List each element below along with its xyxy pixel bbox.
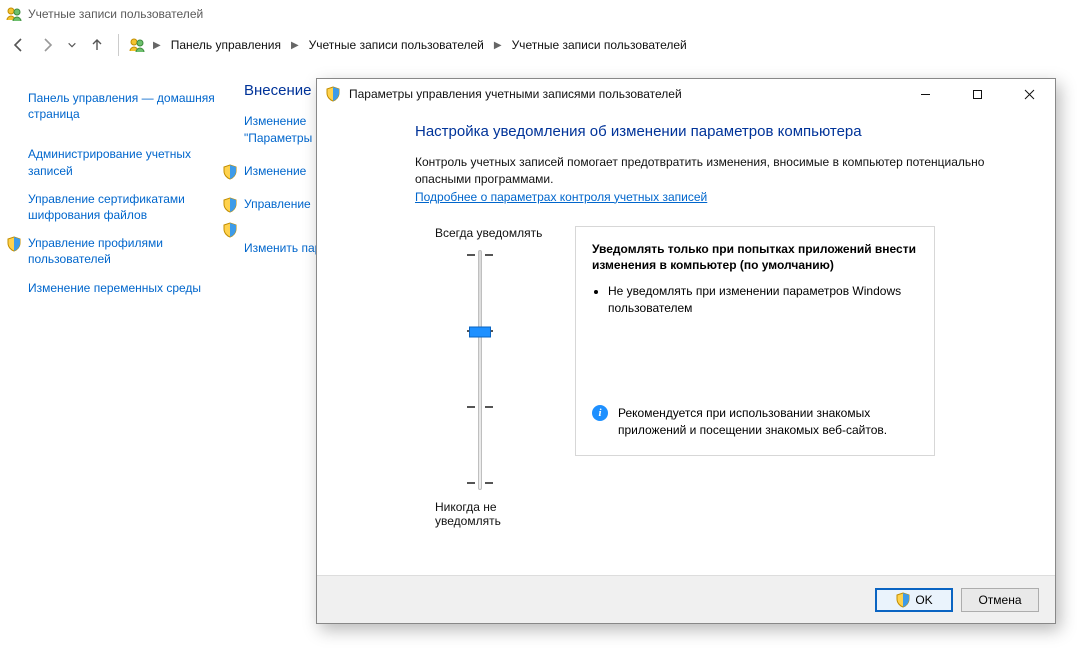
link-label: "Параметры	[244, 131, 312, 145]
slider-bottom-label: Никогда не уведомлять	[435, 500, 545, 528]
slider-thumb[interactable]	[469, 326, 491, 337]
slider-tick	[467, 254, 493, 256]
close-button[interactable]	[1007, 80, 1051, 108]
sidebar-home-link[interactable]: Панель управления — домашняя страница	[28, 90, 216, 122]
slider-top-label: Всегда уведомлять	[435, 226, 545, 240]
up-button[interactable]	[86, 34, 108, 56]
sidebar-env-link[interactable]: Изменение переменных среды	[28, 280, 216, 296]
uac-info-box: Уведомлять только при попытках приложени…	[575, 226, 935, 456]
slider-tick	[467, 482, 493, 484]
window-title: Учетные записи пользователей	[28, 7, 203, 21]
breadcrumb: ▶ Панель управления ▶ Учетные записи пол…	[151, 36, 691, 54]
dialog-titlebar: Параметры управления учетными записями п…	[317, 79, 1055, 109]
forward-button[interactable]	[36, 34, 58, 56]
dialog-footer: OK Отмена	[317, 575, 1055, 623]
ok-button[interactable]: OK	[875, 588, 953, 612]
sidebar-admin-link[interactable]: Администрирование учетных записей	[28, 146, 216, 178]
sidebar-profiles-link[interactable]: Управление профилями пользователей	[28, 235, 216, 267]
shield-icon	[222, 164, 238, 180]
info-bullets: Не уведомлять при изменении параметров W…	[592, 283, 918, 317]
sidebar-item-label: Управление профилями пользователей	[28, 236, 163, 266]
users-icon	[129, 37, 145, 53]
sidebar-certs-link[interactable]: Управление сертификатами шифрования файл…	[28, 191, 216, 223]
window-titlebar: Учетные записи пользователей	[0, 0, 1077, 28]
minimize-button[interactable]	[903, 80, 947, 108]
learn-more-link[interactable]: Подробнее о параметрах контроля учетных …	[415, 190, 707, 204]
breadcrumb-root[interactable]: Панель управления	[167, 36, 285, 54]
history-dropdown[interactable]	[64, 40, 80, 50]
shield-icon	[222, 197, 238, 213]
chevron-right-icon[interactable]: ▶	[289, 40, 301, 51]
info-title: Уведомлять только при попытках приложени…	[592, 241, 918, 273]
sidebar: Панель управления — домашняя страница Ад…	[0, 62, 220, 312]
breadcrumb-level1[interactable]: Учетные записи пользователей	[305, 36, 488, 54]
uac-slider[interactable]	[415, 250, 545, 490]
info-bullet: Не уведомлять при изменении параметров W…	[608, 283, 918, 317]
dialog-description: Контроль учетных записей помогает предот…	[415, 154, 1027, 188]
slider-tick	[467, 406, 493, 408]
info-icon: i	[592, 405, 608, 421]
shield-icon	[6, 236, 22, 252]
shield-icon	[895, 592, 911, 608]
breadcrumb-level2[interactable]: Учетные записи пользователей	[508, 36, 691, 54]
uac-dialog: Параметры управления учетными записями п…	[316, 78, 1056, 624]
ok-label: OK	[915, 593, 932, 607]
cancel-button[interactable]: Отмена	[961, 588, 1039, 612]
nav-row: ▶ Панель управления ▶ Учетные записи пол…	[0, 28, 1077, 62]
separator	[118, 34, 119, 56]
shield-icon	[325, 86, 341, 102]
dialog-heading: Настройка уведомления об изменении парам…	[415, 123, 1027, 140]
maximize-button[interactable]	[955, 80, 999, 108]
cancel-label: Отмена	[978, 593, 1021, 607]
dialog-title: Параметры управления учетными записями п…	[349, 87, 895, 101]
info-recommendation: Рекомендуется при использовании знакомых…	[618, 405, 918, 439]
link-label: Изменение	[244, 163, 306, 180]
back-button[interactable]	[8, 34, 30, 56]
link-label: Изменение	[244, 114, 306, 128]
users-icon	[6, 6, 22, 22]
chevron-right-icon[interactable]: ▶	[492, 40, 504, 51]
link-label: Управление	[244, 196, 311, 213]
shield-icon	[222, 222, 238, 238]
chevron-right-icon[interactable]: ▶	[151, 40, 163, 51]
